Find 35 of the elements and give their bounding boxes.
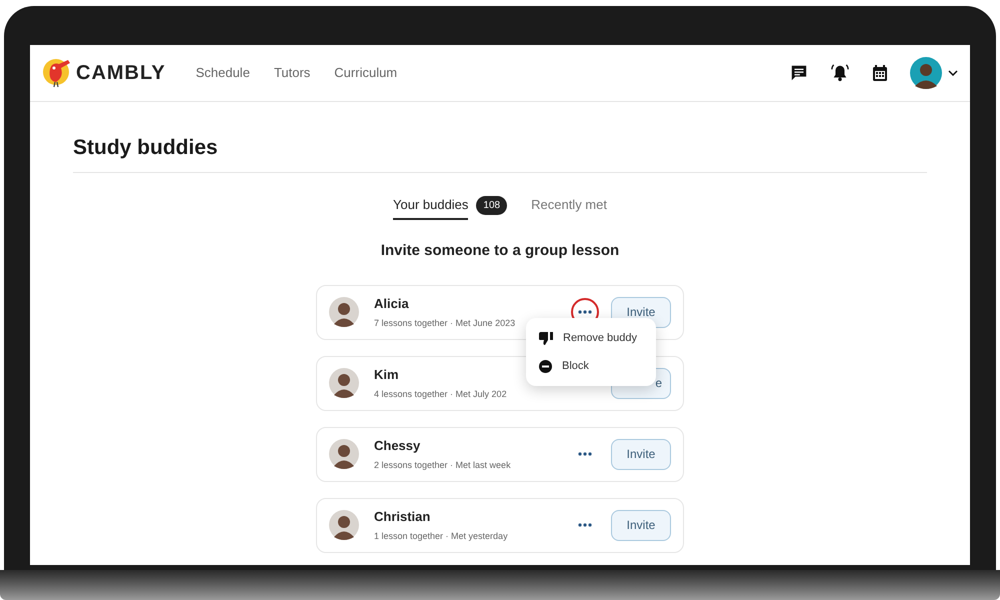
- thumbs-down-icon: [539, 332, 553, 344]
- bell-icon[interactable]: [830, 64, 850, 82]
- section-heading: Invite someone to a group lesson: [380, 241, 620, 261]
- count-badge: 108: [476, 196, 508, 215]
- avatar-icon: [329, 510, 359, 540]
- logo-text: CAMBLY: [76, 61, 166, 86]
- dots-icon: [578, 310, 592, 314]
- dots-icon: [578, 523, 592, 527]
- dots-icon: [578, 452, 592, 456]
- avatar-icon: [329, 297, 359, 327]
- chat-icon[interactable]: [790, 64, 808, 82]
- block-icon: [539, 360, 552, 372]
- menu-item[interactable]: Block: [526, 352, 656, 380]
- buddy-meta: 1 lesson together · Met yesterday: [374, 530, 508, 543]
- profile-avatar-icon[interactable]: [910, 57, 942, 89]
- buddy-name: Kim: [374, 366, 400, 384]
- page-title: Study buddies: [73, 102, 927, 172]
- buddy-meta: 7 lessons together · Met June 2023: [374, 316, 516, 330]
- buddy-meta: 4 lessons together · Met July 202: [374, 388, 507, 401]
- avatar-icon: [329, 439, 359, 469]
- buddy-meta: 2 lessons together · Met last week: [374, 458, 511, 472]
- nav-link[interactable]: Curriculum: [334, 63, 398, 83]
- buddy-name: Chessy: [374, 437, 422, 455]
- invite-button[interactable]: Invite: [611, 438, 671, 470]
- avatar-icon: [329, 368, 359, 398]
- calendar-icon[interactable]: [872, 64, 888, 82]
- chevron-down-icon[interactable]: [948, 70, 958, 76]
- tab[interactable]: Your buddies: [393, 194, 468, 220]
- nav-link[interactable]: Tutors: [274, 63, 310, 83]
- buddy-name: Alicia: [374, 295, 410, 313]
- tab[interactable]: Recently met: [531, 194, 607, 220]
- bird-logo-icon: [42, 57, 72, 89]
- invite-button[interactable]: Invite: [611, 510, 671, 540]
- buddy-name: Christian: [374, 508, 432, 526]
- nav-link[interactable]: Schedule: [196, 63, 250, 83]
